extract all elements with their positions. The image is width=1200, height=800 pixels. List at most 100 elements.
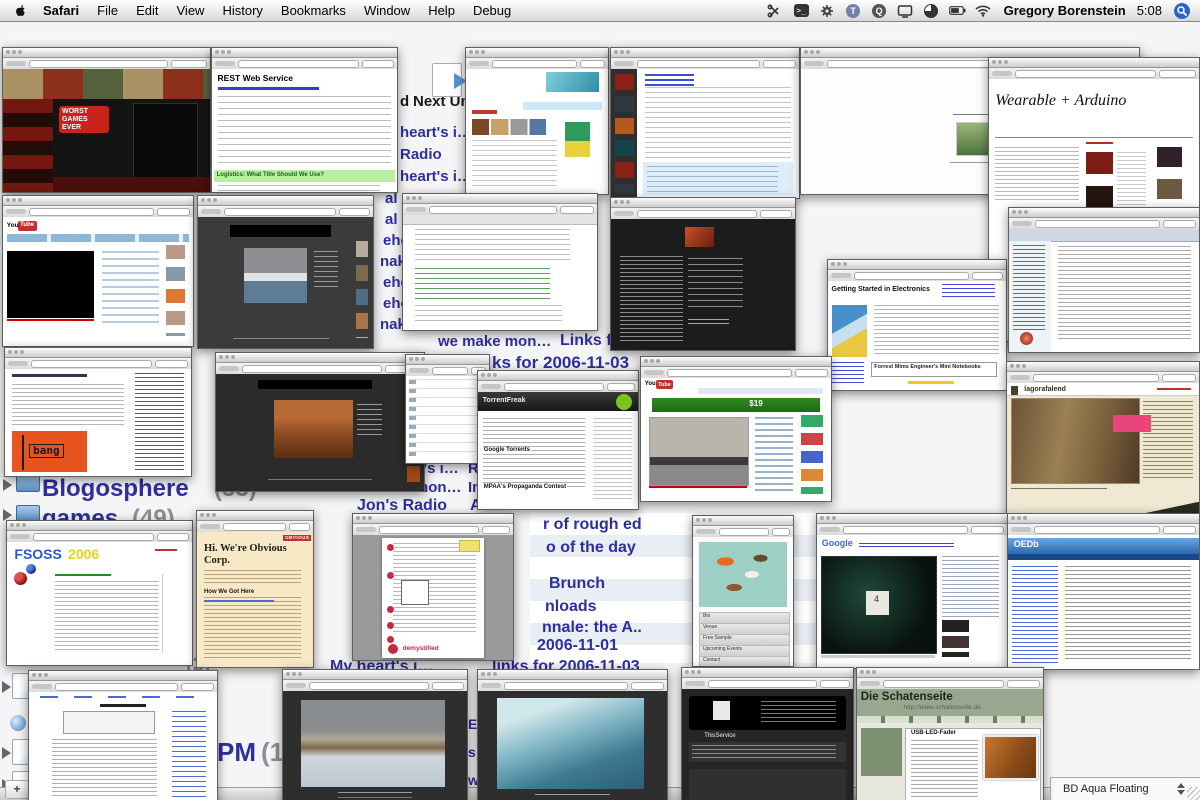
- window-text: bang: [29, 444, 64, 458]
- window-text: REST Web Service: [218, 74, 293, 83]
- window-content: OEDb: [1008, 535, 1199, 669]
- content-block: [911, 740, 978, 800]
- window-docs-page[interactable]: [1008, 207, 1200, 353]
- window-text: Getting Started in Electronics: [832, 286, 930, 294]
- window-mars-gallery[interactable]: [215, 352, 425, 492]
- content-block: [472, 140, 557, 188]
- window-wiki-article[interactable]: [28, 670, 218, 800]
- window-craft-blog[interactable]: [465, 47, 609, 195]
- terminal-icon[interactable]: >_: [793, 3, 810, 19]
- content-block: [615, 74, 634, 193]
- window-rest-web-service[interactable]: REST Web ServiceLogistics: What Title Sh…: [211, 47, 398, 193]
- window-content: [1009, 229, 1199, 352]
- search-field: [971, 526, 1004, 534]
- window-text: OEDb: [1014, 540, 1039, 550]
- menu-bookmarks[interactable]: Bookmarks: [272, 3, 355, 18]
- menu-history[interactable]: History: [213, 3, 271, 18]
- window-schatenseite[interactable]: Die Schatenseitehttp://www.schatenseite.…: [856, 667, 1044, 800]
- add-subscription-button[interactable]: +: [5, 780, 29, 799]
- content-block: [1011, 386, 1018, 395]
- content-block: [832, 362, 864, 386]
- window-titlebar: [641, 357, 831, 367]
- url-field: [31, 360, 152, 368]
- content-block: [861, 728, 902, 776]
- resize-grip-icon[interactable]: [1187, 787, 1200, 800]
- window-worst-games[interactable]: WORST GAMES EVER: [2, 47, 211, 193]
- scissors-icon[interactable]: [767, 3, 784, 19]
- window-content: ThisService: [682, 689, 853, 800]
- window-titlebar: [478, 371, 638, 381]
- window-bang-blog[interactable]: bang: [4, 347, 192, 477]
- content-block: [22, 435, 24, 469]
- feed-text-fragment: Jon's Radio: [357, 498, 447, 514]
- content-block: [645, 74, 694, 76]
- window-youtube-video[interactable]: YouTube: [2, 195, 194, 347]
- menu-safari[interactable]: Safari: [34, 3, 88, 18]
- url-field: [504, 383, 604, 391]
- menu-view[interactable]: View: [168, 3, 214, 18]
- url-field: [708, 680, 817, 688]
- search-field: [1007, 680, 1040, 688]
- style-picker[interactable]: BD Aqua Floating: [1050, 777, 1200, 800]
- window-winter-photo[interactable]: [282, 669, 468, 800]
- window-text: Contact: [699, 656, 790, 666]
- window-dark-bio[interactable]: [610, 197, 796, 351]
- pie-menu-icon[interactable]: [923, 3, 940, 19]
- window-titlebar: [611, 198, 795, 208]
- quicksilver-icon[interactable]: Q: [871, 3, 888, 19]
- menu-file[interactable]: File: [88, 3, 127, 18]
- content-block: [1013, 245, 1045, 331]
- window-winter-gallery[interactable]: [197, 195, 374, 349]
- user-menu[interactable]: Gregory Borenstein: [1004, 3, 1126, 18]
- window-thisservice[interactable]: ThisService: [681, 667, 854, 800]
- content-block: [388, 644, 398, 654]
- window-artist-site[interactable]: BioVenueFree SampleUpcoming EventsContac…: [692, 515, 794, 667]
- window-titlebar: [1009, 208, 1199, 218]
- content-block: [995, 147, 1079, 199]
- menu-debug[interactable]: Debug: [464, 3, 520, 18]
- battery-icon[interactable]: [949, 3, 966, 19]
- window-google-video[interactable]: Google4: [816, 513, 1008, 669]
- window-text: MPAA's Propaganda Contest: [483, 484, 567, 491]
- window-text: WORST GAMES EVER: [62, 108, 108, 131]
- content-block: [100, 704, 145, 707]
- content-block: [230, 225, 332, 237]
- tri-icon: [2, 681, 11, 693]
- window-demystified-diagram[interactable]: demystified: [352, 513, 514, 661]
- content-block: [801, 415, 824, 494]
- url-field: [667, 369, 792, 377]
- content-block: [7, 234, 189, 242]
- apple-menu-icon[interactable]: [10, 4, 30, 18]
- window-content: YouTube: [3, 217, 193, 346]
- window-product-article[interactable]: [610, 47, 800, 199]
- spotlight-icon[interactable]: [1173, 3, 1190, 19]
- menu-window[interactable]: Window: [355, 3, 419, 18]
- display-icon[interactable]: [897, 3, 914, 19]
- nextunread-icon: [432, 63, 462, 97]
- window-obvious-corp[interactable]: Hi. We're Obvious Corp.How We Got HereOB…: [196, 510, 314, 668]
- window-code-wiki[interactable]: [402, 193, 598, 331]
- content-block: [244, 248, 307, 303]
- clock[interactable]: 5:08: [1137, 3, 1162, 18]
- wifi-icon[interactable]: [975, 3, 992, 19]
- window-mims-electronics[interactable]: Getting Started in ElectronicsForrest Mi…: [827, 259, 1007, 391]
- window-ice-photo[interactable]: [477, 669, 668, 800]
- menu-edit[interactable]: Edit: [127, 3, 167, 18]
- content-block: [523, 102, 603, 111]
- menu-help[interactable]: Help: [419, 3, 464, 18]
- window-youtube-news[interactable]: YouTube$19: [640, 356, 832, 502]
- gears-icon[interactable]: [819, 3, 836, 19]
- window-titlebar: [693, 516, 793, 526]
- window-text: You: [7, 222, 19, 229]
- feed-text-fragment: o of the day: [546, 540, 636, 556]
- window-fsoss-2006[interactable]: FSOSS2006: [6, 520, 193, 666]
- transmit-icon[interactable]: T: [845, 3, 862, 19]
- window-titlebar: [682, 668, 853, 678]
- window-torrentfreak[interactable]: TorrentFreakGoogle TorrentsMPAA's Propag…: [477, 370, 639, 510]
- content-block: [459, 540, 480, 552]
- window-victorian-site[interactable]: lagorafalend: [1006, 361, 1200, 519]
- window-oedb[interactable]: OEDb: [1007, 513, 1200, 670]
- window-content: [29, 692, 217, 800]
- window-titlebar: [1007, 362, 1199, 372]
- feed-text-fragment: heart's i…: [400, 125, 472, 140]
